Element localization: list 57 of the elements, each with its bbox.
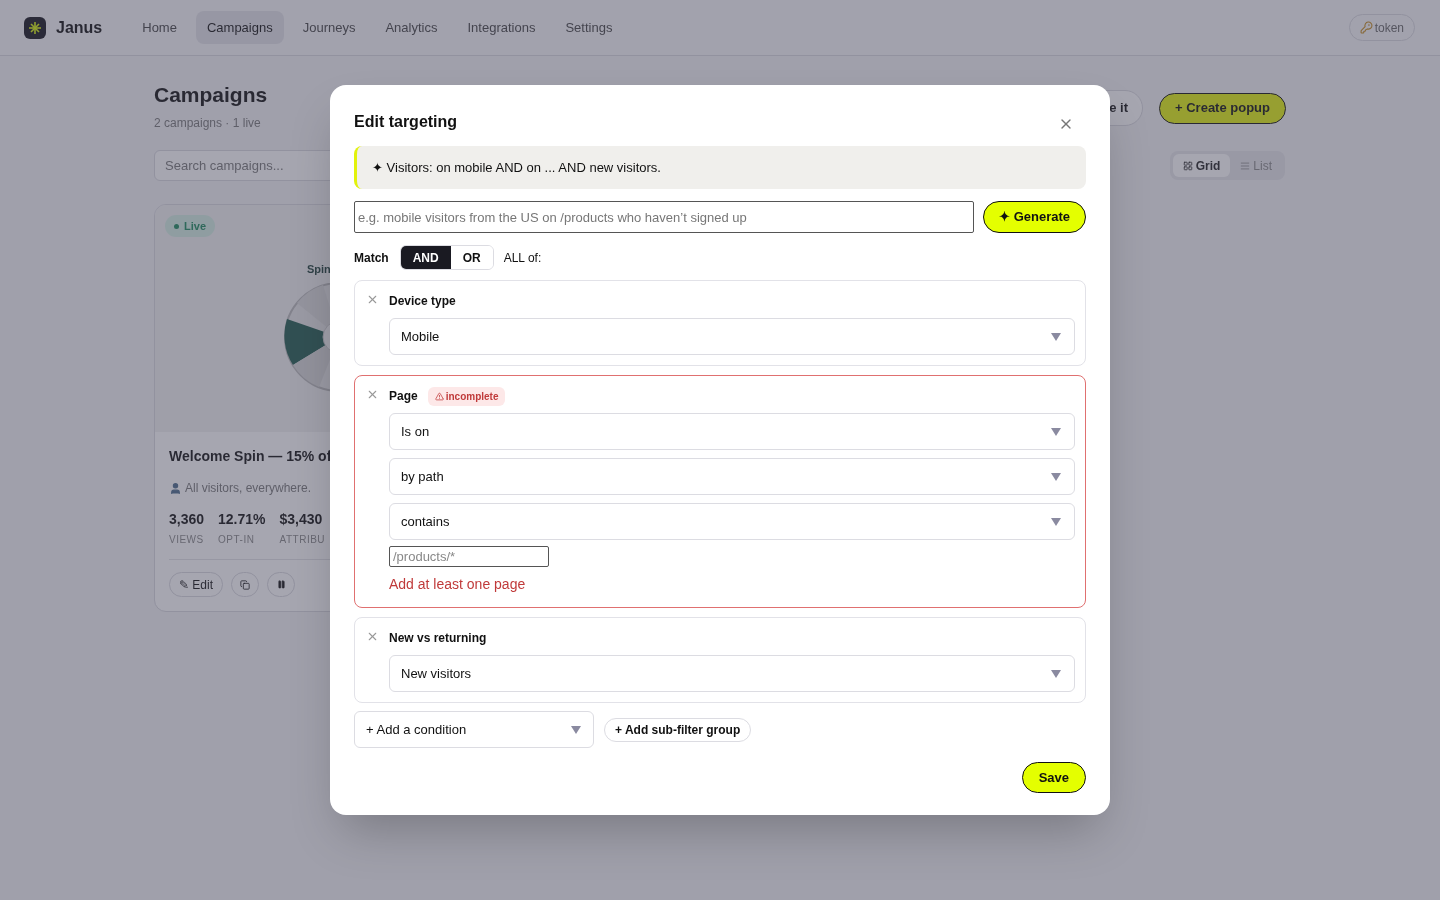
- match-label: Match: [354, 249, 389, 267]
- grid-icon: [1182, 160, 1193, 171]
- preview-title: Spin: [307, 262, 331, 278]
- remove-condition-button[interactable]: [366, 293, 379, 306]
- incomplete-badge: incomplete: [427, 386, 506, 406]
- stat-value: 3,360: [169, 510, 205, 530]
- caret-icon: [1051, 472, 1061, 481]
- select-dropdown[interactable]: contains: [389, 503, 1075, 540]
- view-tab[interactable]: Grid: [1172, 154, 1231, 178]
- page-title: Campaigns: [154, 82, 268, 108]
- copy-icon: [240, 579, 250, 590]
- stat-label: ATTRIBU: [279, 533, 326, 548]
- caret-icon: [1051, 517, 1061, 526]
- path-field[interactable]: /products/*: [389, 546, 549, 567]
- match-option[interactable]: AND: [400, 246, 451, 269]
- list-icon: [1240, 160, 1251, 171]
- stat-value: 12.71%: [218, 510, 266, 530]
- add-condition-dropdown[interactable]: + Add a condition: [354, 711, 594, 748]
- pause-icon: [276, 580, 286, 590]
- prompt-field[interactable]: e.g. mobile visitors from the US on /products who haven’t signed up: [354, 201, 974, 233]
- caret-icon: [1051, 669, 1061, 678]
- audience-text: All visitors, everywhere.: [185, 480, 312, 498]
- match-suffix: ALL of:: [503, 249, 542, 267]
- brand-name: Janus: [56, 17, 103, 38]
- caret-icon: [571, 725, 581, 734]
- select-dropdown[interactable]: by path: [389, 458, 1075, 495]
- page-subtitle: 2 campaigns · 1 live: [154, 115, 262, 133]
- stat-label: VIEWS: [169, 533, 205, 548]
- key-icon: [1359, 21, 1373, 34]
- person-icon: [169, 481, 182, 495]
- error-message: Add at least one page: [389, 575, 527, 594]
- caret-icon: [1051, 332, 1061, 341]
- save-button[interactable]: Save: [1021, 762, 1086, 793]
- caret-icon: [1051, 427, 1061, 436]
- generate-button[interactable]: ✦ Generate: [983, 201, 1086, 233]
- select-dropdown[interactable]: Mobile: [389, 318, 1075, 355]
- dialog-title: Edit targeting: [354, 112, 458, 132]
- stat-label: OPT-IN: [218, 533, 256, 548]
- select-dropdown[interactable]: Is on: [389, 413, 1075, 450]
- summary-banner: ✦ Visitors: on mobile AND on ... AND new visitors.: [354, 146, 1086, 189]
- nav-link[interactable]: Campaigns: [195, 10, 284, 45]
- nav-link[interactable]: Journeys: [291, 10, 367, 45]
- condition-title: Page: [389, 388, 418, 405]
- card-title: Welcome Spin — 15% of: [169, 447, 333, 467]
- nav-link[interactable]: Settings: [554, 10, 624, 45]
- stat-value: $3,430: [279, 510, 324, 530]
- remove-condition-button[interactable]: [366, 630, 379, 643]
- nav-link[interactable]: Analytics: [374, 10, 449, 45]
- condition-title: Device type: [389, 293, 456, 310]
- logo-icon: [24, 16, 46, 39]
- nav-link[interactable]: Home: [131, 10, 188, 45]
- create-popup-button[interactable]: + Create popup: [1159, 92, 1286, 124]
- status-badge: Live: [165, 215, 215, 238]
- condition-title: New vs returning: [389, 630, 487, 647]
- nav-link[interactable]: Integrations: [456, 10, 547, 45]
- select-dropdown[interactable]: New visitors: [389, 655, 1075, 692]
- remove-condition-button[interactable]: [366, 388, 379, 401]
